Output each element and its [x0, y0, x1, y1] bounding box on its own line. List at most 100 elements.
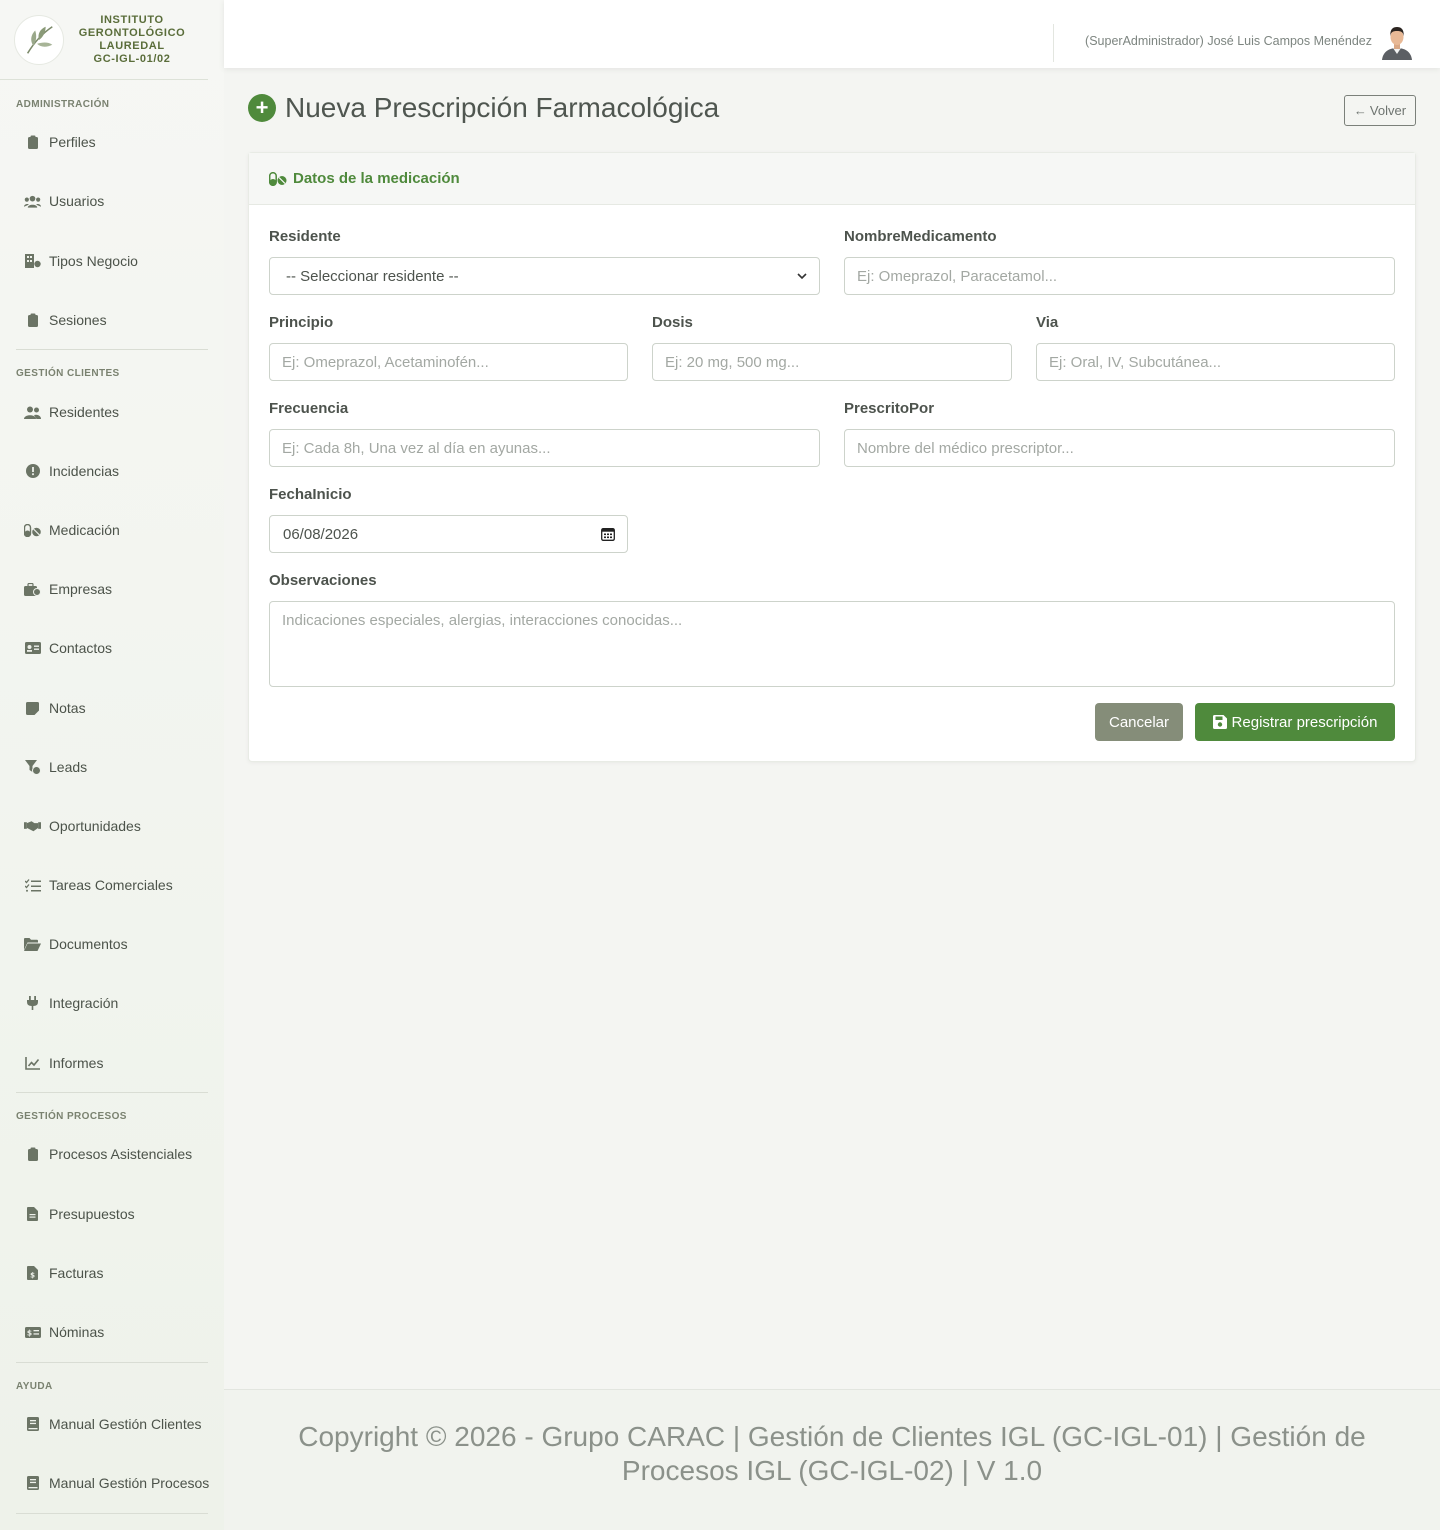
sidebar-item-label: Contactos — [49, 640, 113, 656]
sidebar-item-informes[interactable]: Informes — [24, 1048, 103, 1078]
book-icon — [24, 1416, 41, 1433]
user-name[interactable]: (SuperAdministrador) José Luis Campos Me… — [1085, 34, 1372, 48]
back-button[interactable]: ← Volver — [1344, 95, 1416, 126]
sidebar-item-leads[interactable]: Leads — [24, 752, 87, 782]
nav-heading-gestion-clientes: GESTIÓN CLIENTES — [16, 368, 120, 379]
sticky-note-icon — [24, 700, 41, 717]
sidebar-item-residentes[interactable]: Residentes — [24, 397, 119, 427]
principio-input[interactable]: Ej: Omeprazol, Acetaminofén... — [269, 343, 628, 381]
dosis-placeholder: Ej: 20 mg, 500 mg... — [665, 353, 800, 371]
sidebar-item-label: Tareas Comerciales — [49, 877, 173, 893]
sidebar-item-procesos-asistenciales[interactable]: Procesos Asistenciales — [24, 1139, 192, 1169]
alert-circle-icon — [24, 463, 41, 480]
clipboard-icon — [24, 1146, 41, 1163]
sidebar-item-sesiones[interactable]: Sesiones — [24, 305, 107, 335]
sidebar-item-usuarios[interactable]: Usuarios — [24, 186, 104, 216]
sidebar-item-label: Manual Gestión Clientes — [49, 1416, 202, 1432]
avatar[interactable] — [1380, 24, 1414, 60]
sidebar-item-incidencias[interactable]: Incidencias — [24, 456, 119, 486]
sidebar-item-oportunidades[interactable]: Oportunidades — [24, 811, 141, 841]
sidebar-item-tareas-comerciales[interactable]: Tareas Comerciales — [24, 870, 173, 900]
nav-divider — [16, 1092, 208, 1093]
sidebar-item-label: Oportunidades — [49, 818, 141, 834]
sidebar-item-nominas[interactable]: $ Nóminas — [24, 1317, 104, 1347]
fecha-inicio-input[interactable]: 06/08/2026 — [269, 515, 628, 553]
sidebar-item-label: Integración — [49, 995, 119, 1011]
sidebar-item-empresas[interactable]: Empresas — [24, 574, 112, 604]
residente-selected-value: -- Seleccionar residente -- — [286, 267, 459, 285]
sidebar-item-manual-gestion-procesos[interactable]: Manual Gestión Procesos — [24, 1468, 209, 1498]
cancel-button[interactable]: Cancelar — [1095, 703, 1183, 741]
nav-divider — [16, 349, 208, 350]
nav-heading-administracion: ADMINISTRACIÓN — [16, 99, 110, 110]
sidebar-item-integracion[interactable]: Integración — [24, 988, 118, 1018]
sidebar-item-label: Facturas — [49, 1265, 104, 1281]
file-icon — [24, 1206, 41, 1223]
sidebar-item-label: Usuarios — [49, 193, 105, 209]
nombre-medicamento-input[interactable]: Ej: Omeprazol, Paracetamol... — [844, 257, 1395, 295]
leaf-logo-icon — [26, 25, 53, 54]
back-button-label: Volver — [1369, 103, 1407, 118]
observaciones-textarea[interactable]: Indicaciones especiales, alergias, inter… — [269, 601, 1395, 687]
fecha-inicio-label: FechaInicio — [269, 486, 352, 503]
residente-select[interactable]: -- Seleccionar residente -- — [269, 257, 820, 295]
brand-line: LAUREDAL — [99, 39, 165, 52]
handshake-icon — [24, 818, 41, 835]
brand-name: INSTITUTO GERONTOLÓGICO LAUREDAL GC-IGL-… — [64, 14, 194, 66]
register-prescription-label: Registrar prescripción — [1231, 713, 1378, 731]
user-avatar-icon — [1382, 27, 1412, 60]
principio-placeholder: Ej: Omeprazol, Acetaminofén... — [282, 353, 489, 371]
arrow-left-icon: ← — [1353, 103, 1367, 118]
sidebar-item-manual-gestion-clientes[interactable]: Manual Gestión Clientes — [24, 1409, 202, 1439]
id-card-icon — [24, 640, 41, 657]
observaciones-label: Observaciones — [269, 572, 377, 589]
users-icon — [24, 193, 41, 210]
sidebar-item-label: Informes — [49, 1055, 104, 1071]
footer-copyright-line: Procesos IGL (GC-IGL-02) | V 1.0 — [621, 1455, 1043, 1486]
dosis-label: Dosis — [652, 314, 693, 331]
sidebar-item-documentos[interactable]: Documentos — [24, 929, 128, 959]
principio-label: Principio — [269, 314, 334, 331]
footer-copyright-line: Copyright © 2026 - Grupo CARAC | Gestión… — [298, 1421, 1366, 1452]
card-header-title: Datos de la medicación — [293, 170, 460, 187]
chevron-down-icon — [797, 272, 807, 279]
dosis-input[interactable]: Ej: 20 mg, 500 mg... — [652, 343, 1012, 381]
observaciones-placeholder: Indicaciones especiales, alergias, inter… — [282, 612, 683, 629]
card-header: Datos de la medicación — [249, 153, 1415, 205]
sidebar-item-tipos-negocio[interactable]: Tipos Negocio — [24, 246, 138, 276]
nav-divider — [16, 1362, 208, 1363]
topbar: (SuperAdministrador) José Luis Campos Me… — [224, 0, 1440, 68]
sidebar-item-label: Empresas — [49, 581, 113, 597]
sidebar-item-label: Medicación — [49, 522, 120, 538]
prescrito-por-label: PrescritoPor — [844, 400, 935, 417]
cancel-button-label: Cancelar — [1108, 713, 1170, 731]
sidebar-item-label: Presupuestos — [49, 1206, 135, 1222]
register-prescription-button[interactable]: Registrar prescripción — [1195, 703, 1395, 741]
page-title: + Nueva Prescripción Farmacológica — [248, 92, 719, 124]
chart-line-icon — [24, 1055, 41, 1072]
user-group-icon — [24, 404, 41, 421]
prescrito-por-input[interactable]: Nombre del médico prescriptor... — [844, 429, 1395, 467]
sidebar-item-label: Manual Gestión Procesos — [49, 1475, 210, 1491]
sidebar-item-perfiles[interactable]: Perfiles — [24, 127, 96, 157]
sidebar-item-facturas[interactable]: $ Facturas — [24, 1258, 103, 1288]
task-list-icon — [24, 877, 41, 894]
sidebar-item-contactos[interactable]: Contactos — [24, 633, 112, 663]
fecha-inicio-value: 06/08/2026 — [283, 525, 359, 543]
sidebar-item-label: Tipos Negocio — [49, 253, 138, 269]
sidebar-item-notas[interactable]: Notas — [24, 693, 86, 723]
svg-text:$: $ — [26, 1328, 31, 1337]
brand-line: INSTITUTO — [100, 13, 164, 26]
sidebar-item-presupuestos[interactable]: Presupuestos — [24, 1199, 135, 1229]
pills-icon — [24, 522, 41, 539]
calendar-icon[interactable] — [601, 527, 615, 541]
svg-text:$: $ — [30, 1272, 35, 1280]
topbar-divider — [1053, 24, 1054, 62]
via-input[interactable]: Ej: Oral, IV, Subcutánea... — [1036, 343, 1395, 381]
footer: Copyright © 2026 - Grupo CARAC | Gestión… — [224, 1389, 1440, 1530]
brand-logo[interactable] — [14, 14, 64, 65]
money-icon: $ — [24, 1324, 41, 1341]
frecuencia-input[interactable]: Ej: Cada 8h, Una vez al día en ayunas... — [269, 429, 820, 467]
sidebar-item-medicacion[interactable]: Medicación — [24, 515, 120, 545]
sidebar-item-label: Nóminas — [49, 1324, 105, 1340]
